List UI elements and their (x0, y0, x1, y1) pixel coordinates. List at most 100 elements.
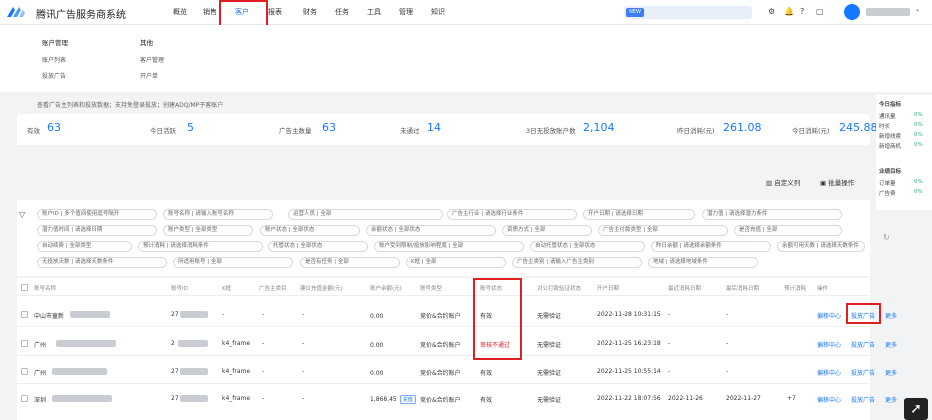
notification-icon[interactable]: 🔔 (784, 7, 794, 16)
op-more-link[interactable]: 更多 (885, 311, 897, 320)
menu-item-ad-delivery[interactable]: 投放广告 (42, 71, 66, 80)
metric-value: 0% (914, 122, 923, 128)
op-center-link[interactable]: 偏移中心 (817, 368, 841, 377)
op-deliver-ad-link[interactable]: 投放广告 (851, 368, 875, 377)
stat-label-rejected: 未通过 (400, 127, 420, 135)
nav-sales[interactable]: 销售 (203, 7, 217, 17)
col-header-predict[interactable]: 预计消耗 (784, 284, 806, 292)
custom-columns-button[interactable]: ▥ 自定义列 (766, 177, 800, 187)
stat-value-idle[interactable]: 2,104 (583, 121, 615, 134)
stat-value-advertisers[interactable]: 63 (322, 121, 336, 134)
filter-auto-renew[interactable]: 自动续费 | 全部类型 (37, 241, 132, 252)
col-header-recent-cost[interactable]: 最近消耗日期 (668, 284, 701, 292)
filter-restriction[interactable]: 账户受到限制/投放影响程度 | 全部 (374, 241, 524, 252)
send-icon[interactable]: ➚ (904, 398, 928, 420)
nav-reports[interactable]: 报表 (268, 7, 282, 17)
filter-potential-time[interactable]: 潜力值时间 | 请选择日期 (37, 225, 157, 236)
filter-balance-status[interactable]: 余额状态 | 全部状态 (366, 225, 496, 236)
nav-knowledge[interactable]: 知识 (431, 7, 445, 17)
col-header-last-cost[interactable]: 最后消耗日期 (726, 284, 759, 292)
cell-id: 27 (171, 311, 179, 318)
col-header-open-date[interactable]: 开户日期 (597, 284, 619, 292)
col-header-verify[interactable]: 对公打款验证状态 (537, 284, 581, 292)
nav-tasks[interactable]: 任务 (335, 7, 349, 17)
col-header-balance[interactable]: 账户余额(元) (370, 284, 402, 292)
op-center-link[interactable]: 偏移中心 (817, 311, 841, 320)
filter-advertiser-category[interactable]: 广告主类别 | 请输入广告主类别 (512, 257, 642, 268)
cell-last: - (726, 340, 729, 347)
chevron-down-icon[interactable]: ⌄ (915, 6, 920, 13)
refresh-icon[interactable]: ↻ (883, 233, 890, 242)
filter-account-status[interactable]: 账户状态 | 全部状态 (260, 225, 360, 236)
nav-overview[interactable]: 概览 (173, 7, 187, 17)
metric-value: 0% (914, 189, 923, 195)
op-center-link[interactable]: 偏移中心 (817, 340, 841, 349)
row-checkbox[interactable] (21, 340, 28, 347)
filter-account-type[interactable]: 账户类型 | 全部类型 (163, 225, 253, 236)
batch-operation-button[interactable]: ▣ 批量操作 (820, 177, 854, 187)
menu-item-account-list[interactable]: 账户列表 (42, 55, 66, 64)
cell-open-date: 2022-11-22 18:07:56 (597, 395, 661, 402)
op-center-link[interactable]: 偏移中心 (817, 395, 841, 404)
cell-name: 中山市童新 (34, 313, 65, 320)
filter-auto-custody[interactable]: 自动托管状态 | 全部状态 (530, 241, 645, 252)
nav-tools[interactable]: 工具 (367, 7, 381, 17)
row-checkbox[interactable] (21, 311, 28, 318)
avatar[interactable] (844, 4, 860, 20)
filter-custody-status[interactable]: 托管状态 | 全部状态 (268, 241, 368, 252)
filter-applicable[interactable]: 所适用账号 | 全部 (173, 257, 293, 268)
menu-item-open-order[interactable]: 开户单 (140, 71, 158, 80)
cell-name: 深圳 (34, 397, 47, 404)
col-header-id[interactable]: 账号ID (171, 284, 188, 292)
redacted-text (70, 311, 110, 318)
menu-item-customer-mgmt[interactable]: 客户管理 (140, 55, 164, 64)
filter-account-id[interactable]: 账户ID | 多个值间使用逗号隔开 (37, 209, 157, 220)
filter-qualification[interactable]: 资质方式 | 全部 (502, 225, 592, 236)
row-checkbox[interactable] (21, 395, 28, 402)
stat-value-rejected[interactable]: 14 (427, 121, 441, 134)
help-center-icon[interactable]: ⚙ (768, 7, 775, 16)
filter-has-task[interactable]: 是否有任务 | 全部 (300, 257, 400, 268)
filter-industry[interactable]: 广告主行业 | 请选择行业条件 (447, 209, 577, 220)
cell-verify: 无需验证 (537, 342, 562, 349)
filter-account-name[interactable]: 账号名称 | 请输入账号名称 (163, 209, 273, 220)
op-more-link[interactable]: 更多 (885, 368, 897, 377)
filter-payment-type[interactable]: 广告主付款类型 | 全部 (598, 225, 728, 236)
filter-k-frame[interactable]: K框 | 全部 (406, 257, 506, 268)
nav-finance[interactable]: 财务 (303, 7, 317, 17)
op-deliver-ad-link[interactable]: 投放广告 (851, 340, 875, 349)
message-icon[interactable]: ▢ (816, 7, 824, 16)
filter-balance-days[interactable]: 余额可用天数 | 请选择天数条件 (777, 241, 865, 252)
col-header-type[interactable]: 账号类型 (420, 284, 442, 292)
col-header-name[interactable]: 账号名称 (34, 284, 56, 292)
filter-yesterday-balance[interactable]: 昨日余额 | 请选择余额条件 (651, 241, 771, 252)
filter-open-date[interactable]: 开户日期 | 请选择日期 (583, 209, 695, 220)
filter-icon[interactable]: ▽ (19, 210, 25, 219)
stat-value-active[interactable]: 5 (187, 121, 194, 134)
top-bar: 腾讯广告服务商系统 概览 销售 客户 报表 财务 任务 工具 管理 知识 NEW… (0, 0, 932, 25)
filter-recharged[interactable]: 是否充值 | 全部 (734, 225, 842, 236)
filter-region[interactable]: 地域 | 请选择地域条件 (648, 257, 758, 268)
select-all-checkbox[interactable] (21, 284, 28, 291)
col-header-suggest[interactable]: 建议充值金额(元) (300, 284, 343, 292)
op-more-link[interactable]: 更多 (885, 340, 897, 349)
filter-predicted-cost[interactable]: 预计消耗 | 请选择消耗条件 (138, 241, 263, 252)
col-header-ops: 操作 (817, 286, 829, 292)
op-deliver-ad-link[interactable]: 投放广告 (851, 395, 875, 404)
row-checkbox[interactable] (21, 368, 28, 375)
stat-value-valid[interactable]: 63 (47, 121, 61, 134)
nav-admin[interactable]: 管理 (399, 7, 413, 17)
col-header-category[interactable]: 广告主类目 (259, 284, 287, 292)
recharge-chip[interactable]: 充值 (399, 395, 416, 404)
filter-operator[interactable]: 运营人员 | 全部 (288, 209, 443, 220)
username-blur (866, 8, 910, 16)
cell-balance: 0.00 (370, 313, 384, 320)
filter-potential[interactable]: 潜力值 | 请选择潜力条件 (702, 209, 842, 220)
announcement-bar[interactable]: NEW (624, 6, 752, 19)
question-icon[interactable]: ? (800, 7, 804, 16)
cell-suggest: - (302, 395, 305, 402)
col-header-k[interactable]: K框 (222, 284, 231, 292)
cell-category: - (262, 368, 265, 375)
filter-idle-days[interactable]: 无投放天数 | 请选择天数条件 (37, 257, 167, 268)
op-more-link[interactable]: 更多 (885, 395, 897, 404)
